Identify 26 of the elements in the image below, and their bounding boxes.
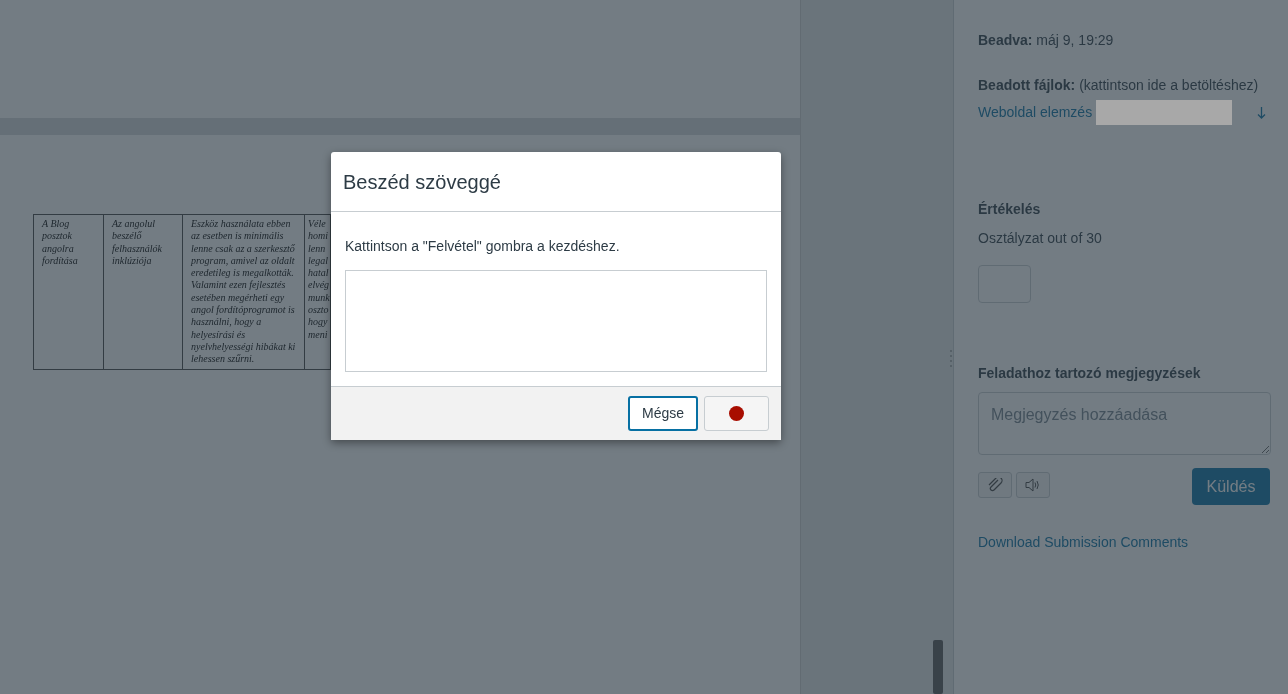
field-label: Beadott fájlok: — [978, 77, 1076, 93]
send-button[interactable]: Küldés — [1192, 468, 1270, 505]
table-cell-text: Eszköz használata ebben az esetben is minimális lenne csak az a szerkesztő program, amivel az oldalt eredetileg is megalkották. Valamint ezen fejlesztés esetében megérheti egy angol fordítóprogramot is használni, hogy a helyesírási és nyelvhelyességi hibákat ki lehessen szűrni. — [191, 218, 296, 365]
transcript-area[interactable] — [345, 270, 767, 372]
field-value[interactable]: (kattintson ide a betöltéshez) — [1079, 77, 1259, 93]
table-cell-text: Az angolul beszélő felhasználók inklúziója — [112, 218, 162, 266]
paperclip-icon — [987, 478, 1003, 492]
cancel-button[interactable]: Mégse — [627, 396, 698, 431]
record-button[interactable] — [704, 396, 769, 431]
field-label: Beadva: — [978, 32, 1033, 48]
download-icon[interactable] — [1257, 107, 1266, 120]
table-cell-text: A Blog posztok angolra fordítása — [42, 218, 78, 266]
table-cell-text: Véle homi lenn legal hatal elvég munk oszto hogy meni — [308, 218, 330, 340]
attach-button[interactable] — [978, 472, 1012, 498]
dialog-title: Beszéd szöveggé — [331, 152, 781, 212]
download-link[interactable]: Download Submission Comments — [978, 534, 1189, 550]
section-heading: Feladathoz tartozó megjegyzések — [978, 364, 1202, 383]
speaker-icon — [1025, 478, 1041, 492]
section-heading: Értékelés — [978, 200, 1042, 219]
field-value: máj 9, 19:29 — [1036, 32, 1114, 48]
instruction-text: Kattintson a "Felvétel" gombra a kezdéshez. — [345, 237, 621, 256]
file-link[interactable]: Weboldal elemzés — [978, 102, 1093, 123]
scrollbar-thumb[interactable] — [933, 640, 943, 694]
record-icon — [729, 406, 744, 421]
media-button[interactable] — [1016, 472, 1050, 498]
grade-label: Osztályzat out of 30 — [978, 229, 1103, 248]
